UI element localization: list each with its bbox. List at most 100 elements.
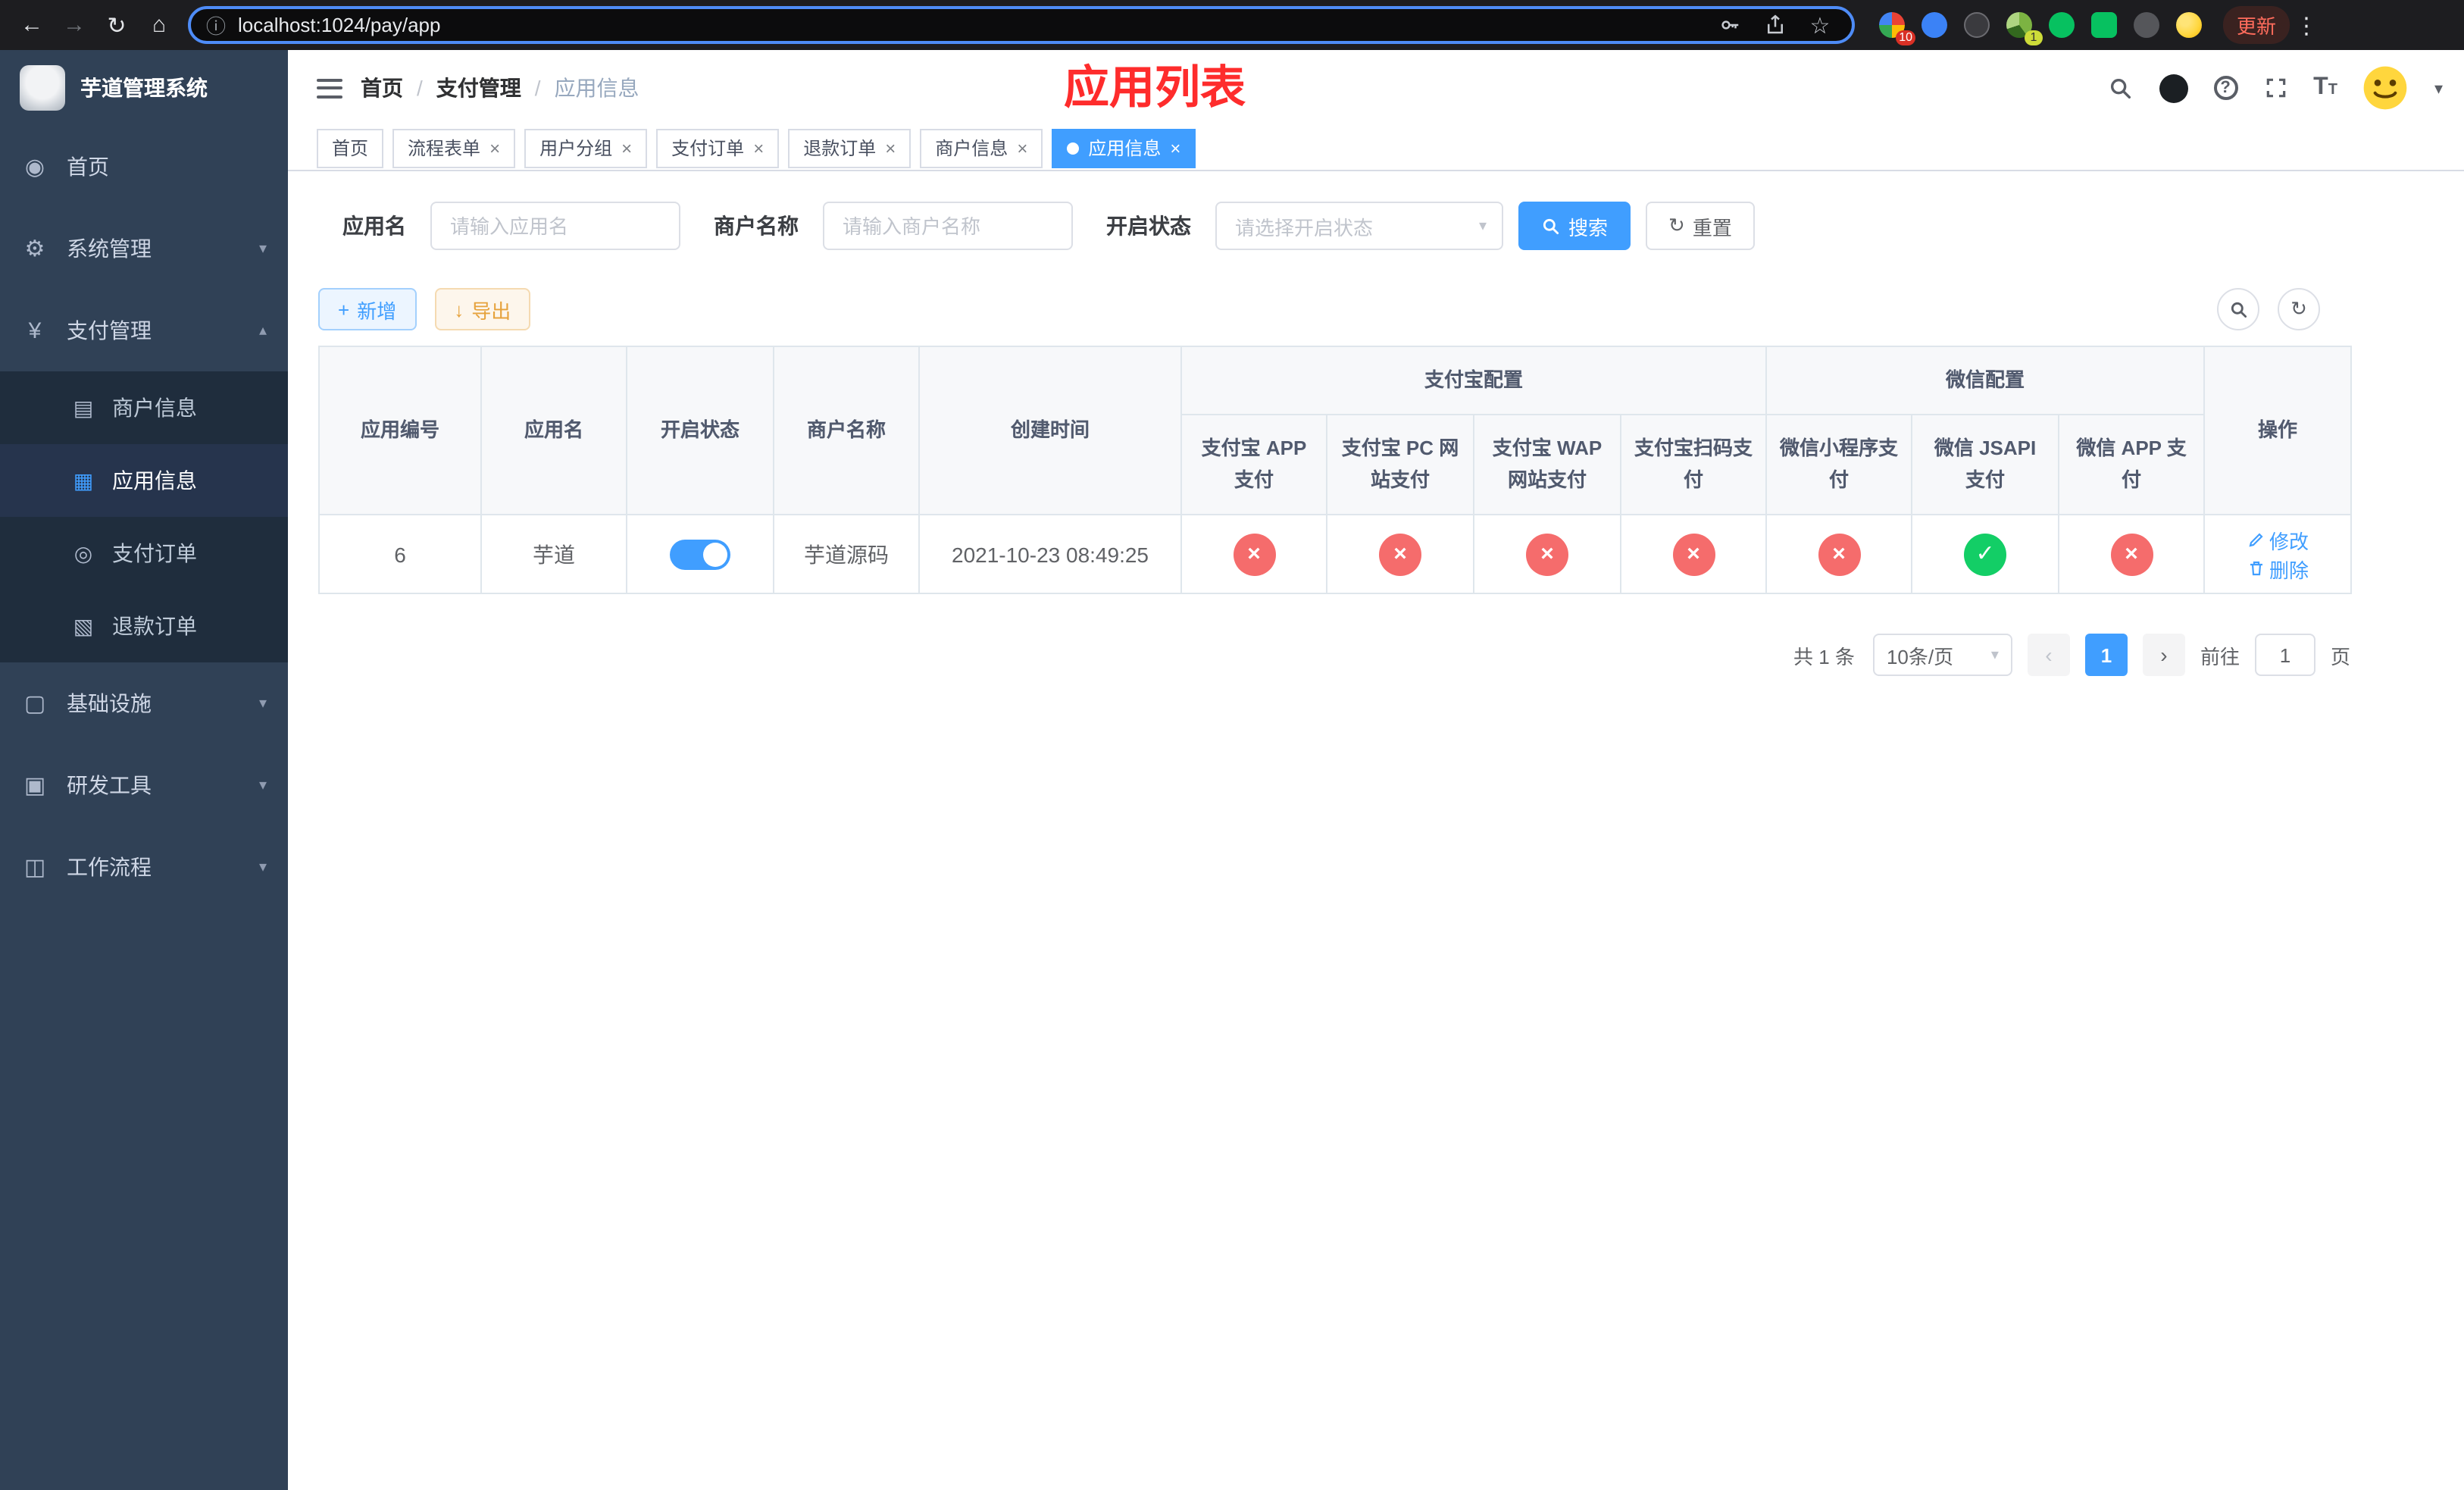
- bookmark-star-icon[interactable]: ☆: [1803, 11, 1837, 39]
- sidebar-item-workflow[interactable]: ◫ 工作流程 ▾: [0, 826, 288, 908]
- url-text[interactable]: localhost:1024/pay/app: [238, 14, 1700, 36]
- sidebar: 芋道管理系统 ◉ 首页 ⚙ 系统管理 ▾ ¥ 支付管理 ▴ ▤ 商户信息 ▦ 应…: [0, 50, 288, 1490]
- github-icon[interactable]: [2159, 74, 2188, 102]
- logo-row[interactable]: 芋道管理系统: [0, 50, 288, 126]
- card-icon: ▤: [73, 395, 94, 419]
- dashboard-icon: ◉: [24, 155, 45, 180]
- tab-home[interactable]: 首页: [317, 128, 384, 167]
- breadcrumb-payment[interactable]: 支付管理: [436, 73, 521, 103]
- tab-process-form[interactable]: 流程表单 ×: [392, 128, 516, 167]
- sidebar-item-dev-tools[interactable]: ▣ 研发工具 ▾: [0, 744, 288, 826]
- gear-icon: ⚙: [24, 236, 45, 262]
- extension-icon-blue[interactable]: [1921, 12, 1947, 38]
- chevron-up-icon: ▴: [258, 322, 267, 339]
- toggle-search-button[interactable]: [2217, 288, 2259, 330]
- prev-page-button[interactable]: ‹: [2027, 634, 2070, 676]
- sidebar-item-payment[interactable]: ¥ 支付管理 ▴: [0, 290, 288, 371]
- search-icon: [1543, 218, 1559, 234]
- sidebar-item-home[interactable]: ◉ 首页: [0, 126, 288, 208]
- browser-home-icon[interactable]: ⌂: [139, 5, 179, 45]
- col-channel: 支付宝扫码支付: [1619, 414, 1768, 515]
- address-bar[interactable]: ⓘ localhost:1024/pay/app ☆: [188, 6, 1855, 44]
- grid-icon: ▦: [73, 468, 94, 492]
- sidebar-toggle-icon[interactable]: [317, 78, 342, 98]
- sidebar-item-label: 首页: [67, 155, 109, 179]
- close-icon[interactable]: ×: [885, 137, 896, 158]
- caret-down-icon[interactable]: ▾: [2434, 78, 2443, 98]
- total-count: 共 1 条: [1793, 645, 1855, 668]
- tab-merchant-info[interactable]: 商户信息 ×: [920, 128, 1043, 167]
- refresh-icon: ↻: [1668, 214, 1685, 236]
- close-icon[interactable]: ×: [753, 137, 764, 158]
- sidebar-item-merchant-info[interactable]: ▤ 商户信息: [0, 371, 288, 444]
- tab-app-info[interactable]: 应用信息 ×: [1052, 128, 1196, 167]
- font-size-icon[interactable]: TT: [2313, 75, 2337, 100]
- status-select[interactable]: 请选择开启状态 ▾: [1215, 202, 1503, 250]
- extension-badge: 10: [1896, 30, 1915, 45]
- status-toggle[interactable]: [670, 539, 730, 569]
- sidebar-item-infrastructure[interactable]: ▢ 基础设施 ▾: [0, 662, 288, 744]
- chevron-down-icon: ▾: [258, 777, 267, 794]
- app-name-input[interactable]: [430, 202, 680, 250]
- edit-link[interactable]: 修改: [2247, 525, 2309, 554]
- browser-back-icon[interactable]: ←: [12, 5, 52, 45]
- close-icon[interactable]: ×: [489, 137, 500, 158]
- goto-label: 前往: [2200, 645, 2240, 668]
- extension-icon-dark-ring[interactable]: [1964, 12, 1990, 38]
- workflow-icon: ◫: [23, 855, 46, 881]
- add-button[interactable]: + 新增: [318, 288, 417, 330]
- password-key-icon[interactable]: [1712, 14, 1746, 36]
- browser-reload-icon[interactable]: ↻: [97, 5, 136, 45]
- delete-link[interactable]: 删除: [2247, 554, 2309, 583]
- tab-user-group[interactable]: 用户分组 ×: [524, 128, 648, 167]
- goto-page-input[interactable]: [2254, 634, 2315, 676]
- sidebar-item-app-info[interactable]: ▦ 应用信息: [0, 444, 288, 517]
- breadcrumb-separator: /: [534, 76, 541, 100]
- channel-status-icon: ×: [2110, 533, 2153, 575]
- extension-icon-avatar[interactable]: 1: [2006, 12, 2043, 45]
- close-icon[interactable]: ×: [1170, 137, 1180, 158]
- export-button[interactable]: ↓ 导出: [434, 288, 531, 330]
- avatar[interactable]: [2363, 65, 2409, 111]
- col-created: 创建时间: [918, 346, 1182, 515]
- tab-refund-order[interactable]: 退款订单 ×: [788, 128, 911, 167]
- refresh-table-button[interactable]: ↻: [2278, 288, 2320, 330]
- sidebar-item-label: 研发工具: [67, 773, 152, 797]
- sidebar-item-refund-order[interactable]: ▧ 退款订单: [0, 590, 288, 662]
- search-button[interactable]: 搜索: [1518, 202, 1631, 250]
- chevron-down-icon: ▾: [1990, 646, 1999, 663]
- reset-button[interactable]: ↻ 重置: [1646, 202, 1755, 250]
- toolbox-icon: ▣: [23, 773, 46, 799]
- sidebar-item-label: 系统管理: [67, 236, 152, 261]
- tab-label: 应用信息: [1088, 138, 1162, 159]
- next-page-button[interactable]: ›: [2142, 634, 2185, 676]
- page-number-button[interactable]: 1: [2084, 634, 2128, 676]
- breadcrumb-home[interactable]: 首页: [361, 73, 403, 103]
- tab-pay-order[interactable]: 支付订单 ×: [656, 128, 780, 167]
- browser-forward-icon[interactable]: →: [55, 5, 94, 45]
- tab-label: 用户分组: [539, 138, 613, 159]
- channel-status-icon: ×: [1233, 533, 1275, 575]
- extension-icon-dark[interactable]: [2134, 12, 2159, 38]
- tab-label: 流程表单: [408, 138, 481, 159]
- search-icon[interactable]: [2107, 75, 2133, 101]
- page-size-select[interactable]: 10条/页 ▾: [1872, 634, 2012, 676]
- browser-update-button[interactable]: 更新: [2223, 6, 2290, 44]
- sidebar-item-pay-order[interactable]: ◎ 支付订单: [0, 517, 288, 590]
- extension-icon-colorful[interactable]: 10: [1879, 12, 1915, 45]
- close-icon[interactable]: ×: [621, 137, 632, 158]
- close-icon[interactable]: ×: [1017, 137, 1027, 158]
- extension-icon-emoji[interactable]: [2176, 12, 2202, 38]
- extension-icon-wechat[interactable]: [2049, 12, 2075, 38]
- help-icon[interactable]: ?: [2213, 76, 2238, 100]
- page-unit-label: 页: [2330, 645, 2350, 668]
- merchant-name-input[interactable]: [823, 202, 1073, 250]
- app-title: 芋道管理系统: [80, 76, 208, 100]
- extension-icon-green-square[interactable]: [2091, 12, 2117, 38]
- cell-channel-status: ×: [1326, 514, 1474, 594]
- fullscreen-icon[interactable]: [2263, 76, 2287, 100]
- share-icon[interactable]: [1758, 14, 1791, 36]
- browser-menu-icon[interactable]: ⋮: [2293, 11, 2320, 39]
- site-info-icon[interactable]: ⓘ: [206, 11, 226, 39]
- sidebar-item-system[interactable]: ⚙ 系统管理 ▾: [0, 208, 288, 290]
